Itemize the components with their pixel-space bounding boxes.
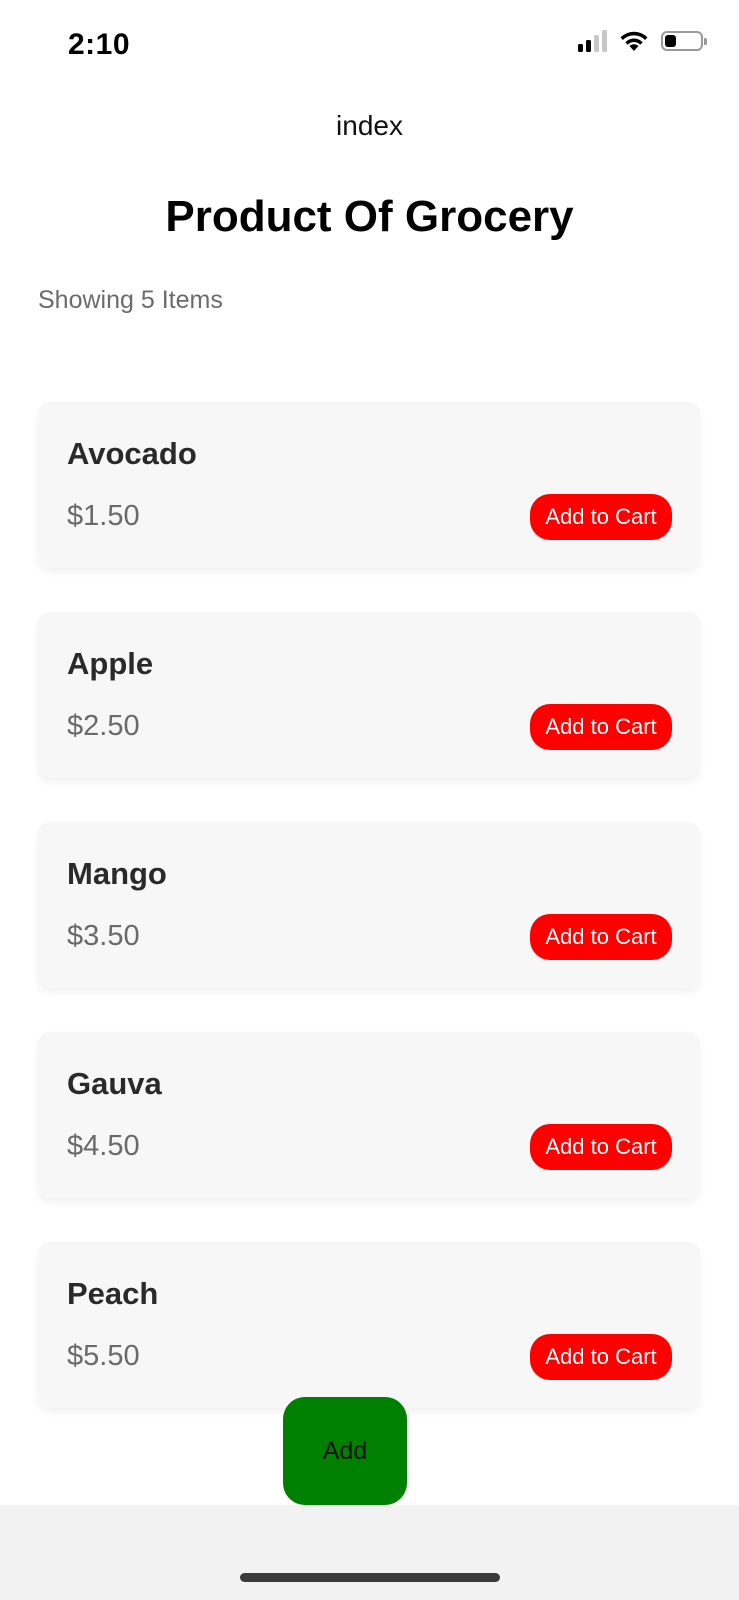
product-card-gauva: Gauva $4.50 Add to Cart <box>38 1032 700 1198</box>
product-name: Gauva <box>67 1066 162 1101</box>
add-to-cart-button-gauva[interactable]: Add to Cart <box>530 1124 672 1170</box>
status-bar: 2:10 <box>0 0 739 90</box>
product-price: $3.50 <box>67 920 140 952</box>
product-name: Avocado <box>67 436 197 471</box>
product-card-mango: Mango $3.50 Add to Cart <box>38 822 700 988</box>
status-time: 2:10 <box>68 28 131 61</box>
items-count-label: Showing 5 Items <box>38 286 223 314</box>
product-list: Avocado $1.50 Add to Cart Apple $2.50 Ad… <box>38 402 700 1452</box>
status-icons <box>578 30 707 52</box>
product-price: $2.50 <box>67 710 140 742</box>
product-name: Peach <box>67 1276 159 1311</box>
add-to-cart-button-apple[interactable]: Add to Cart <box>530 704 672 750</box>
page-title: Product Of Grocery <box>165 192 574 241</box>
product-name: Mango <box>67 856 167 891</box>
signal-icon <box>578 30 607 52</box>
product-price: $5.50 <box>67 1340 140 1372</box>
battery-icon <box>661 31 707 51</box>
add-button[interactable]: Add <box>283 1397 407 1505</box>
product-card-avocado: Avocado $1.50 Add to Cart <box>38 402 700 568</box>
add-to-cart-button-avocado[interactable]: Add to Cart <box>530 494 672 540</box>
add-to-cart-button-mango[interactable]: Add to Cart <box>530 914 672 960</box>
add-to-cart-button-peach[interactable]: Add to Cart <box>530 1334 672 1380</box>
product-card-apple: Apple $2.50 Add to Cart <box>38 612 700 778</box>
home-indicator[interactable] <box>240 1573 500 1582</box>
bottom-safe-area <box>0 1505 739 1600</box>
battery-level <box>665 35 676 47</box>
product-price: $4.50 <box>67 1130 140 1162</box>
product-price: $1.50 <box>67 500 140 532</box>
product-card-peach: Peach $5.50 Add to Cart <box>38 1242 700 1408</box>
nav-title: index <box>336 110 403 141</box>
product-name: Apple <box>67 646 154 681</box>
wifi-icon <box>619 30 649 52</box>
